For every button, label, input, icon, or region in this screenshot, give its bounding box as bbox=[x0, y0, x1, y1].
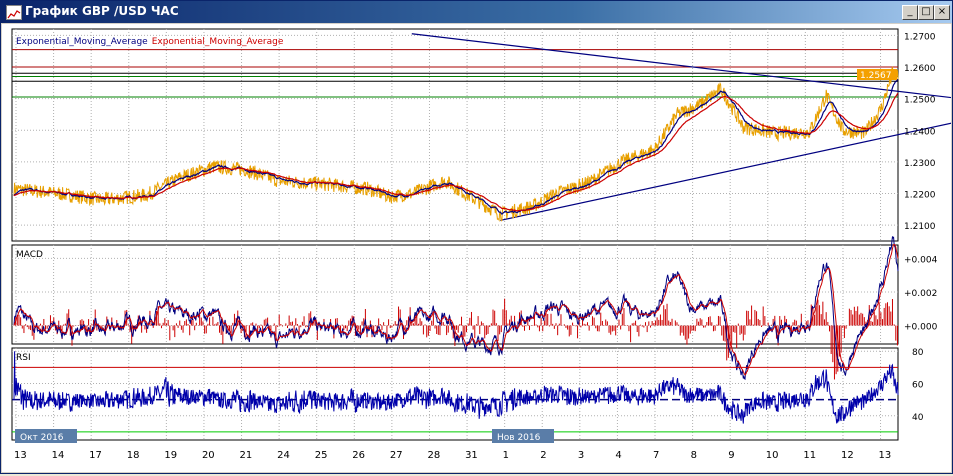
x-tick-label: 17 bbox=[89, 450, 102, 461]
macd-y-tick-label: +0.004 bbox=[904, 255, 938, 265]
rsi-y-tick-label: 40 bbox=[912, 413, 924, 423]
x-tick-label: 14 bbox=[52, 450, 65, 461]
chart-area[interactable]: 1.2700 1.2600 1.2500 1.2400 1.2300 1.2200 1.21… bbox=[2, 24, 953, 472]
x-tick-label: 19 bbox=[164, 450, 177, 461]
x-tick-label: 20 bbox=[202, 450, 215, 461]
price-y-tick-label: 1.2400 bbox=[904, 127, 936, 137]
window-title: График GBP /USD ЧАС bbox=[25, 4, 179, 18]
price-y-tick-label: 1.2200 bbox=[904, 191, 936, 201]
x-tick-label: 27 bbox=[390, 450, 403, 461]
macd-legend: MACD bbox=[16, 250, 43, 260]
last-price-label: 1.2567 bbox=[860, 71, 892, 81]
x-tick-label: 7 bbox=[653, 450, 659, 461]
x-tick-label: 21 bbox=[240, 450, 253, 461]
price-y-tick-label: 1.2100 bbox=[904, 222, 936, 232]
macd-y-tick-label: +0.002 bbox=[904, 289, 937, 299]
x-tick-label: 1 bbox=[503, 450, 509, 461]
rsi-y-tick-label: 80 bbox=[912, 348, 924, 358]
x-tick-label: 28 bbox=[427, 450, 440, 461]
title-bar[interactable]: График GBP /USD ЧАС _ □ × bbox=[1, 1, 952, 23]
legend-ema-red: Exponential_Moving_Average bbox=[152, 37, 284, 47]
chart-app-icon bbox=[6, 5, 22, 20]
chart-window: График GBP /USD ЧАС _ □ × 1.2700 1.2600 1.… bbox=[0, 0, 953, 474]
price-y-tick-label: 1.2500 bbox=[904, 96, 936, 106]
x-tick-label: 12 bbox=[841, 450, 854, 461]
x-tick-label: 13 bbox=[879, 450, 892, 461]
x-tick-label: 4 bbox=[615, 450, 621, 461]
x-tick-label: 31 bbox=[465, 450, 478, 461]
macd-y-tick-label: +0.000 bbox=[904, 323, 938, 333]
price-y-tick-label: 1.2600 bbox=[904, 64, 936, 74]
x-tick-label: 18 bbox=[127, 450, 140, 461]
x-tick-label: 2 bbox=[540, 450, 546, 461]
month-label-nov: Нов 2016 bbox=[497, 433, 541, 443]
legend-ema-blue: Exponential_Moving_Average bbox=[16, 37, 148, 47]
price-y-tick-label: 1.2700 bbox=[904, 32, 936, 42]
price-panel bbox=[11, 28, 899, 242]
x-tick-label: 13 bbox=[14, 450, 27, 461]
price-y-tick-label: 1.2300 bbox=[904, 159, 936, 169]
rsi-y-tick-label: 60 bbox=[912, 381, 924, 391]
x-tick-label: 9 bbox=[728, 450, 734, 461]
x-tick-label: 8 bbox=[691, 450, 697, 461]
x-tick-label: 25 bbox=[315, 450, 328, 461]
x-tick-label: 3 bbox=[578, 450, 584, 461]
month-label-oct: Окт 2016 bbox=[20, 433, 64, 443]
rsi-legend: RSI bbox=[16, 353, 31, 363]
maximize-button[interactable]: □ bbox=[918, 5, 934, 20]
x-tick-label: 11 bbox=[803, 450, 816, 461]
close-button[interactable]: × bbox=[934, 5, 950, 20]
x-tick-label: 10 bbox=[766, 450, 779, 461]
x-tick-label: 26 bbox=[352, 450, 365, 461]
minimize-button[interactable]: _ bbox=[902, 5, 918, 20]
rsi-panel bbox=[11, 347, 899, 441]
chart-svg: 1.2700 1.2600 1.2500 1.2400 1.2300 1.2200 1.21… bbox=[11, 28, 953, 461]
x-tick-label: 24 bbox=[277, 450, 290, 461]
